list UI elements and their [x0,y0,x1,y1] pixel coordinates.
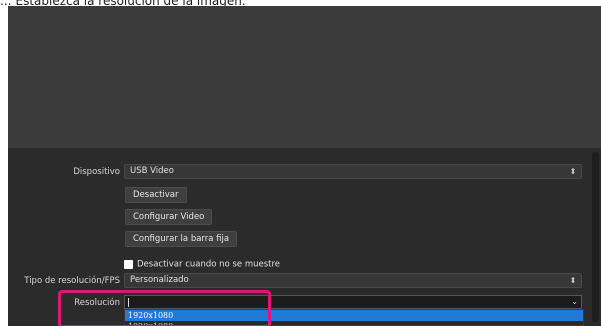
resolution-type-label: Tipo de resolución/FPS [24,276,120,286]
resolution-type-select[interactable]: Personalizado ⬍ [124,273,582,288]
deactivate-when-hidden-row[interactable]: Desactivar cuando no se muestre [124,254,280,270]
configure-video-button[interactable]: Configurar Video [125,209,213,225]
resolution-type-value: Personalizado [130,275,189,285]
updown-arrows-icon: ⬍ [569,276,577,285]
properties-panel: Dispositivo USB Video ⬍ Desactivar Confi… [8,148,601,326]
configure-crossbar-button[interactable]: Configurar la barra fija [125,231,238,247]
deactivate-when-hidden-label: Desactivar cuando no se muestre [137,259,281,270]
updown-arrows-icon: ⬍ [569,167,577,176]
deactivate-button[interactable]: Desactivar [125,187,187,203]
screenshot-root: ..: Establezca la resolución de la image… [0,0,601,326]
deactivate-when-hidden-checkbox[interactable] [124,260,133,269]
device-select[interactable]: USB Video ⬍ [124,164,582,179]
device-select-value: USB Video [130,166,174,176]
source-preview-area [8,6,601,148]
chevron-down-icon[interactable]: ⌄ [571,296,578,308]
obs-window: Dispositivo USB Video ⬍ Desactivar Confi… [8,6,601,326]
properties-scrollbar[interactable] [592,152,599,322]
highlight-annotation-box [58,290,271,326]
device-label: Dispositivo [73,167,120,177]
